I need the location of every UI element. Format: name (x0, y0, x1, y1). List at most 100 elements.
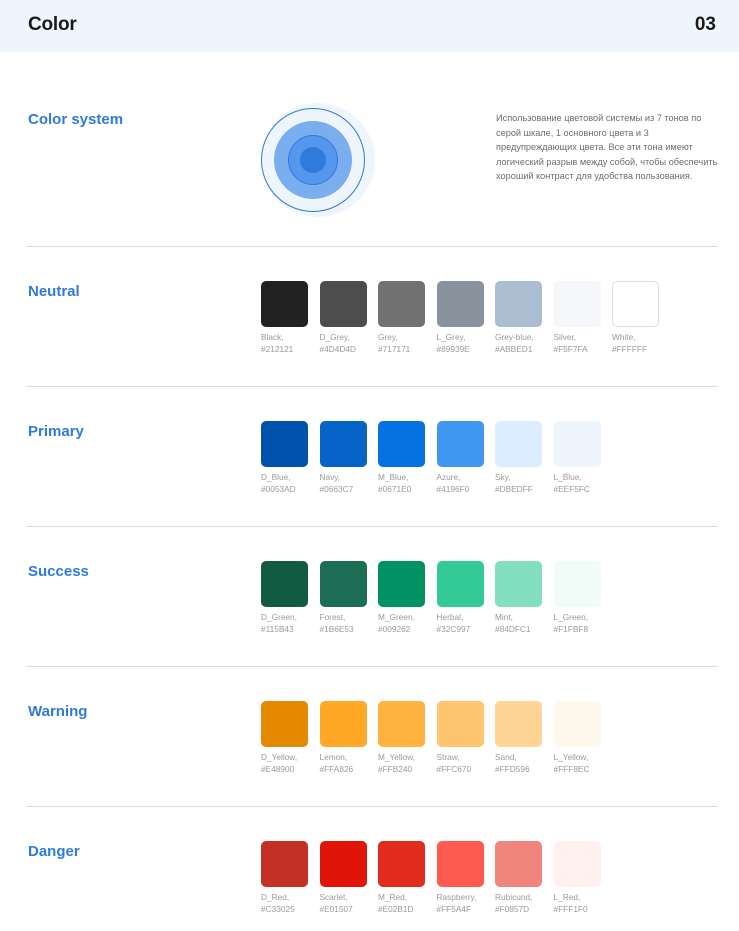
swatch-label: Straw, #FFC670 (437, 751, 496, 775)
swatch-hex: #FFD596 (495, 764, 530, 774)
swatch-item: Grey-blue, #ABBED1 (495, 281, 554, 355)
swatch-label: Herbal, #32C997 (437, 611, 496, 635)
swatch-name: M_Green, (378, 612, 415, 622)
swatch-label: D_Green, #115B43 (261, 611, 320, 635)
swatch-label: D_Blue, #0053AD (261, 471, 320, 495)
swatch-row-warning: D_Yellow, #E48900 Lemon, #FFA826 M_Yellow, #F… (261, 701, 612, 775)
swatch-label: M_Green, #009262 (378, 611, 437, 635)
color-swatch (319, 561, 367, 607)
swatch-hex: #FFB240 (378, 764, 413, 774)
swatch-label: M_Yellow, #FFB240 (378, 751, 437, 775)
swatch-item: Grey, #717171 (378, 281, 437, 355)
swatch-name: Straw, (436, 752, 460, 762)
swatch-hex: #E02B1D (378, 904, 414, 914)
swatch-name: Grey-blue, (495, 332, 534, 342)
page-header: Color 03 (0, 0, 739, 52)
swatch-item: M_Blue, #0671E0 (378, 421, 437, 495)
page-number: 03 (694, 14, 716, 35)
swatch-item: Black, #212121 (261, 281, 320, 355)
swatch-name: L_Red, (553, 892, 581, 902)
swatch-hex: #84DFC1 (495, 624, 531, 634)
swatch-label: L_Green, #F1FBF8 (554, 611, 613, 635)
swatch-label: Mint, #84DFC1 (495, 611, 554, 635)
swatch-item: Sand, #FFD596 (495, 701, 554, 775)
swatch-name: Forest, (319, 612, 346, 622)
swatch-hex: #717171 (378, 344, 411, 354)
color-swatch (612, 281, 659, 327)
swatch-item: L_Yellow, #FFF8EC (553, 701, 613, 775)
swatch-hex: #0663C7 (319, 484, 354, 494)
color-swatch (553, 281, 601, 327)
swatch-label: Scarlet, #E01507 (320, 891, 379, 915)
color-swatch (378, 421, 425, 467)
swatch-item: M_Green, #009262 (378, 561, 437, 635)
color-swatch (261, 841, 308, 887)
color-swatch (261, 281, 308, 327)
swatch-item: Raspberry, #FF5A4F (436, 841, 496, 915)
swatch-item: D_Blue, #0053AD (261, 421, 320, 495)
swatch-name: Grey, (378, 332, 398, 342)
color-swatch (553, 421, 601, 467)
swatch-item: Azure, #4196F0 (436, 421, 496, 495)
color-swatch (436, 421, 484, 467)
swatch-name: L_Blue, (553, 472, 582, 482)
color-swatch (261, 421, 308, 467)
swatch-label: L_Blue, #EEF5FC (554, 471, 613, 495)
swatch-label: Lemon, #FFA826 (320, 751, 379, 775)
swatch-item: M_Red, #E02B1D (378, 841, 437, 915)
divider (27, 666, 717, 667)
swatch-hex: #C33025 (261, 904, 295, 914)
swatch-name: L_Green, (553, 612, 589, 622)
swatch-item: L_Blue, #EEF5FC (553, 421, 613, 495)
swatch-label: Grey, #717171 (378, 331, 437, 355)
divider (27, 386, 717, 387)
swatch-label: Rubicund, #F0857D (495, 891, 554, 915)
color-swatch (319, 841, 367, 887)
divider (27, 806, 717, 807)
swatch-label: D_Grey, #4D4D4D (320, 331, 379, 355)
swatch-name: L_Yellow, (553, 752, 589, 762)
swatch-name: Herbal, (436, 612, 464, 622)
swatch-name: Lemon, (319, 752, 348, 762)
swatch-label: Forest, #1B6E53 (320, 611, 379, 635)
color-swatch (319, 421, 367, 467)
color-swatch (495, 701, 542, 747)
swatch-item: White, #FFFFFF (612, 281, 671, 355)
swatch-hex: #89939E (436, 344, 470, 354)
swatch-name: Black, (261, 332, 284, 342)
swatch-item: D_Red, #C33025 (261, 841, 320, 915)
swatch-hex: #0671E0 (378, 484, 412, 494)
section-title-danger: Danger (28, 843, 80, 860)
color-swatch (378, 561, 425, 607)
color-swatch (495, 281, 542, 327)
swatch-hex: #FFFFFF (612, 344, 648, 354)
color-swatch (495, 421, 542, 467)
swatch-name: M_Blue, (378, 472, 409, 482)
color-swatch (378, 841, 425, 887)
swatch-item: L_Red, #FFF1F0 (553, 841, 613, 915)
swatch-name: D_Blue, (261, 472, 291, 482)
swatch-hex: #EEF5FC (553, 484, 590, 494)
swatch-row-danger: D_Red, #C33025 Scarlet, #E01507 M_Red, #E02B1… (261, 841, 612, 915)
swatch-item: Silver, #F5F7FA (553, 281, 613, 355)
swatch-name: M_Red, (378, 892, 408, 902)
swatch-row-primary: D_Blue, #0053AD Navy, #0663C7 M_Blue, #0671E0… (261, 421, 612, 495)
color-swatch (378, 701, 425, 747)
swatch-label: Navy, #0663C7 (320, 471, 379, 495)
swatch-item: Sky, #DBEDFF (495, 421, 554, 495)
swatch-label: Sky, #DBEDFF (495, 471, 554, 495)
swatch-label: D_Yellow, #E48900 (261, 751, 320, 775)
swatch-name: Rubicund, (495, 892, 533, 902)
swatch-name: D_Yellow, (261, 752, 298, 762)
swatch-label: Azure, #4196F0 (437, 471, 496, 495)
swatch-label: M_Blue, #0671E0 (378, 471, 437, 495)
swatch-name: Azure, (436, 472, 461, 482)
swatch-item: L_Grey, #89939E (436, 281, 496, 355)
swatch-hex: #ABBED1 (495, 344, 533, 354)
section-title-primary: Primary (28, 423, 84, 440)
section-title-neutral: Neutral (28, 283, 80, 300)
swatch-item: Forest, #1B6E53 (319, 561, 379, 635)
swatch-hex: #0053AD (261, 484, 296, 494)
color-swatch (495, 561, 542, 607)
swatch-hex: #FFF8EC (553, 764, 590, 774)
